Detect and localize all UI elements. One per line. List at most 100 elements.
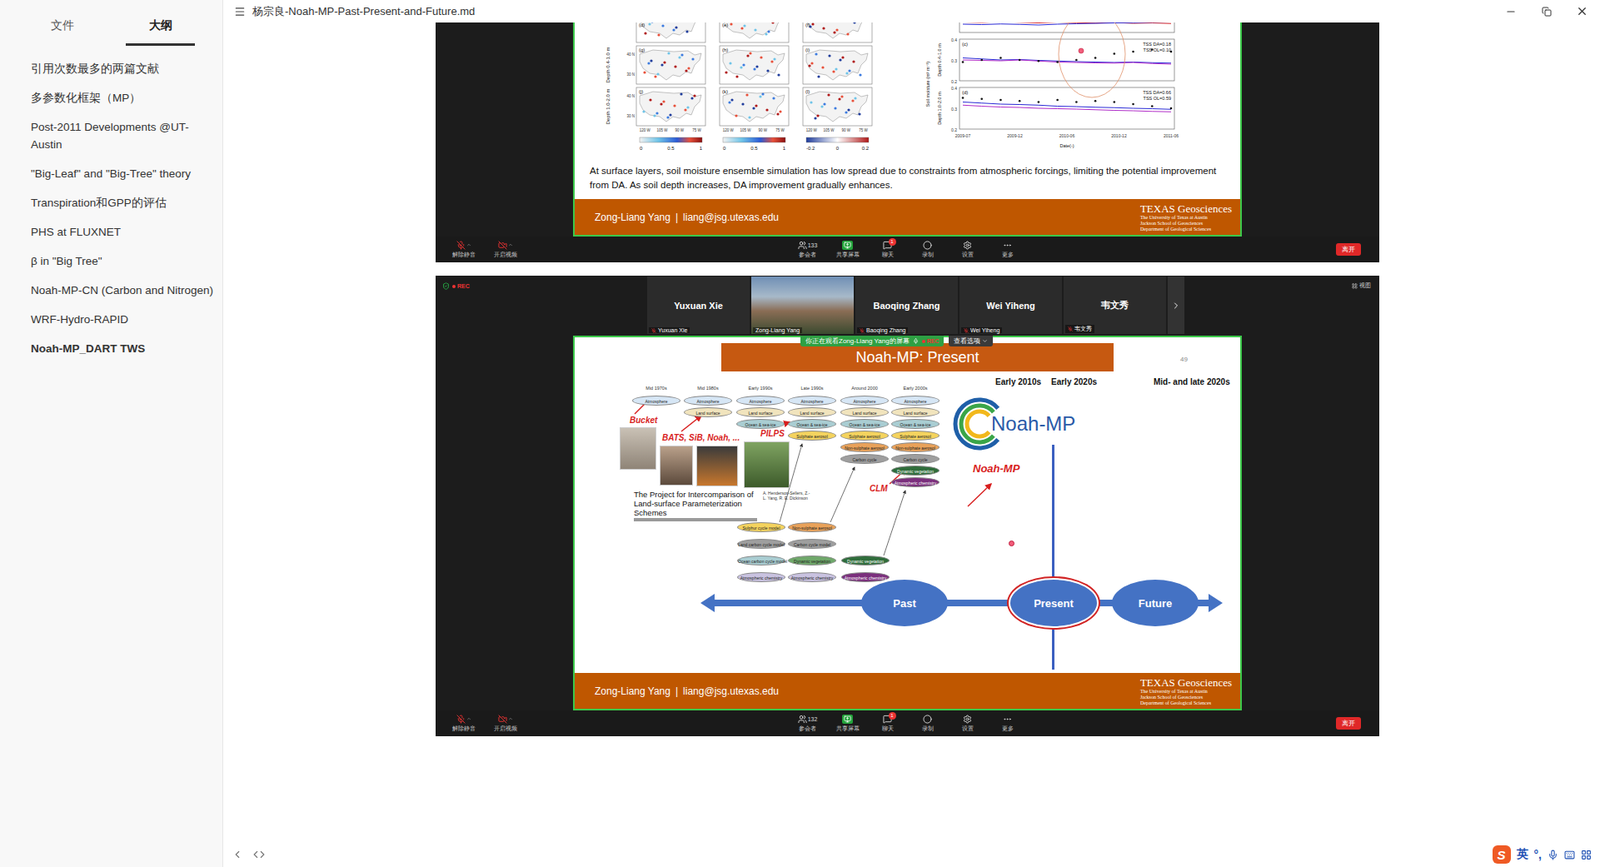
chevron-up-icon: [508, 716, 514, 722]
source-mode-icon[interactable]: [253, 848, 265, 861]
share-screen-icon: [843, 241, 852, 250]
menu-icon[interactable]: [234, 5, 246, 18]
slide-body: Noah-MP: Present49Mid 1970sAtmosphereMid…: [574, 337, 1241, 673]
grid-icon[interactable]: [1580, 849, 1592, 861]
era-label: Early 2000s: [890, 385, 941, 391]
future-era-label: Mid- and late 2020s: [1153, 377, 1231, 387]
unmute-button[interactable]: 解除静音: [447, 714, 481, 733]
svg-text:Date(-): Date(-): [1059, 143, 1074, 149]
outline-item[interactable]: PHS at FLUXNET: [0, 217, 223, 247]
model-component: Land surface: [736, 407, 785, 418]
outline-item[interactable]: 多参数化框架（MP）: [0, 83, 223, 113]
era-label: Late 1990s: [787, 385, 838, 391]
side-model: Dynamic vegetation: [787, 555, 837, 566]
settings-button[interactable]: 设置: [951, 240, 985, 260]
participant-tile[interactable]: Yuxuan XieYuxuan Xie: [647, 276, 750, 334]
svg-text:(l): (l): [805, 89, 810, 95]
view-button[interactable]: 视图: [1351, 281, 1371, 290]
restore-button[interactable]: [1528, 0, 1565, 23]
map-panel: (h): [719, 45, 789, 85]
next-page-button[interactable]: [1167, 276, 1185, 334]
status-bar: [223, 842, 1600, 867]
svg-text:(c): (c): [961, 41, 968, 47]
outline-item[interactable]: Transpiration和GPP的评估: [0, 188, 223, 218]
start-video-button[interactable]: 开启视频: [488, 240, 523, 260]
svg-text:105 W: 105 W: [657, 128, 669, 133]
slide-body: (d)(e)(f)(g)(h)(i)(j)(k)(l)Depth 0.4-1.0…: [574, 22, 1241, 200]
outline-list: 引用次数最多的两篇文献多参数化框架（MP）Post-2011 Developme…: [0, 45, 223, 364]
laser-pointer: [1008, 540, 1015, 547]
toggle-sidebar-icon[interactable]: [231, 848, 244, 861]
leave-button[interactable]: 离开: [1335, 717, 1361, 730]
mic-off-icon: [1067, 326, 1073, 332]
svg-text:(i): (i): [805, 47, 810, 53]
era-label: Mid 1970s: [631, 385, 682, 391]
shield-icon: [442, 282, 450, 290]
model-component: Atmosphere: [840, 395, 889, 406]
participant-tile[interactable]: Wei YihengWei Yiheng: [959, 276, 1062, 334]
map-panel: (j): [636, 87, 706, 126]
view-options-button[interactable]: 查看选项: [948, 335, 993, 347]
record-button[interactable]: 录制: [911, 714, 945, 733]
participant-tile[interactable]: Baoqing ZhangBaoqing Zhang: [855, 276, 958, 334]
noah-mp-logo: Noah-MP: [952, 397, 1076, 451]
outline-item[interactable]: 引用次数最多的两篇文献: [0, 54, 223, 84]
more-button[interactable]: 更多: [991, 240, 1025, 260]
zoom-screenshot: REC Yuxuan XieYuxuan XieZong-Liang YangBa…: [435, 275, 1380, 737]
chat-button[interactable]: 1聊天: [871, 240, 905, 260]
participant-tile[interactable]: Zong-Liang Yang: [751, 276, 854, 334]
outline-item[interactable]: WRF-Hydro-RAPID: [0, 304, 223, 334]
meeting-controls: 132参会者共享屏幕 1聊天录制设置更多: [791, 714, 1025, 733]
keyboard-icon[interactable]: [1564, 849, 1576, 861]
outline-item[interactable]: β in "Big Tree": [0, 246, 223, 276]
ime-punctuation[interactable]: °,: [1534, 847, 1543, 862]
svg-text:0: 0: [639, 145, 643, 151]
start-video-button[interactable]: 开启视频: [488, 714, 523, 733]
participant-tile[interactable]: 韦文秀韦文秀: [1063, 276, 1167, 334]
record-button[interactable]: 录制: [911, 240, 945, 260]
chat-button[interactable]: 1聊天: [871, 714, 905, 733]
participants-button[interactable]: 133参会者: [791, 240, 825, 260]
svg-text:2009-07: 2009-07: [955, 133, 972, 139]
outline-item[interactable]: Noah-MP-CN (Carbon and Nitrogen): [0, 275, 223, 305]
svg-text:90 W: 90 W: [758, 128, 768, 133]
ime-mode[interactable]: 英: [1516, 847, 1529, 863]
map-panel: (k): [719, 87, 789, 126]
leave-button[interactable]: 离开: [1335, 243, 1361, 256]
svg-text:0.3: 0.3: [951, 106, 958, 112]
participant-label: Baoqing Zhang: [857, 327, 908, 334]
more-button[interactable]: 更多: [991, 714, 1025, 733]
close-button[interactable]: [1564, 0, 1600, 23]
model-component: Ocean & sea-ice: [736, 418, 785, 429]
outline-item[interactable]: Post-2011 Developments @UT-Austin: [0, 112, 223, 160]
bats-label: BATS, SiB, Noah, ...: [662, 433, 740, 443]
model-component: Non-sulphate aerosol: [891, 442, 940, 453]
minimize-button[interactable]: [1492, 0, 1529, 23]
sidebar-tab[interactable]: 文件: [27, 13, 97, 46]
present-marker-line: [1051, 444, 1055, 670]
model-component: Atmosphere: [736, 395, 785, 406]
ime-logo[interactable]: S: [1492, 845, 1511, 864]
slide-caption: At surface layers, soil moisture ensembl…: [574, 159, 1241, 200]
window-controls: [1492, 0, 1600, 23]
side-model: Non-sulphate aerosol: [787, 522, 837, 533]
participants-button[interactable]: 132参会者: [791, 714, 825, 733]
settings-button[interactable]: 设置: [951, 714, 985, 733]
mic-icon[interactable]: [1547, 849, 1559, 861]
svg-text:(e): (e): [722, 22, 728, 28]
rec-badge: REC: [442, 282, 470, 290]
outline-item[interactable]: Noah-MP_DART TWS: [0, 333, 223, 364]
shared-slide: (d)(e)(f)(g)(h)(i)(j)(k)(l)Depth 0.4-1.0…: [573, 22, 1242, 237]
svg-text:(j): (j): [638, 89, 643, 95]
svg-text:Depth 0.4-1.0 m: Depth 0.4-1.0 m: [937, 43, 943, 77]
unmute-button[interactable]: 解除静音: [447, 240, 481, 260]
figure-row: (d)(e)(f)(g)(h)(i)(j)(k)(l)Depth 0.4-1.0…: [574, 22, 1241, 160]
share-screen-button[interactable]: 共享屏幕: [831, 240, 865, 260]
share-screen-button[interactable]: 共享屏幕: [831, 714, 865, 733]
model-component: Sulphate aerosol: [891, 430, 940, 441]
era-label: Mid 1980s: [682, 385, 733, 391]
outline-item[interactable]: "Big-Leaf" and "Big-Tree" theory: [0, 159, 223, 189]
future-era-label: Early 2010s: [995, 377, 1042, 387]
sidebar-tab[interactable]: 大纲: [125, 13, 195, 46]
slide-title: Noah-MP: Present: [721, 343, 1114, 372]
